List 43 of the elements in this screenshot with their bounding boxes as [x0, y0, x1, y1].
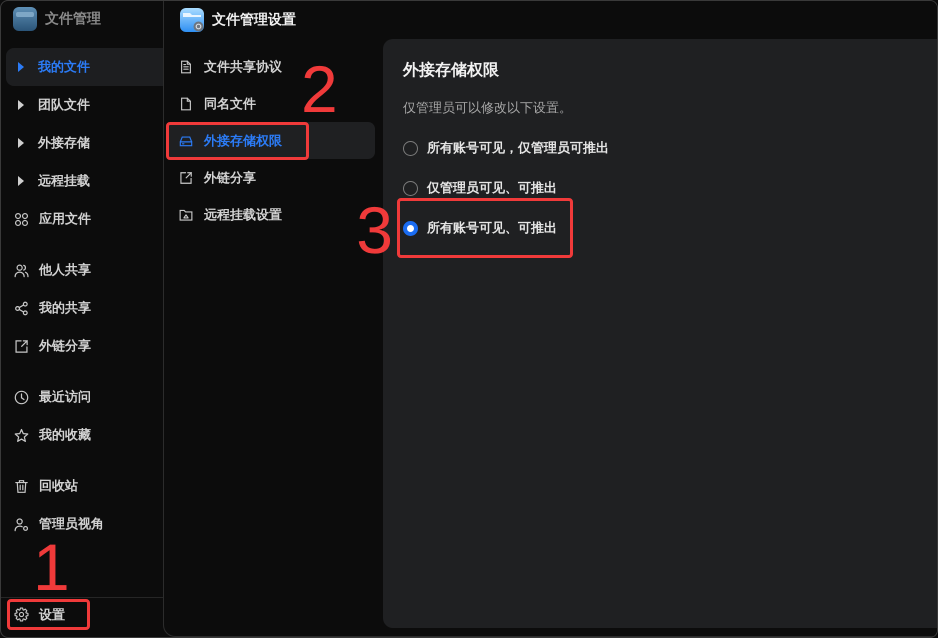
folder-icon — [179, 208, 193, 222]
radio-option[interactable]: 所有账号可见、可推出 — [403, 208, 557, 248]
annotation-number: 2 — [301, 64, 338, 114]
star-icon — [14, 428, 29, 442]
radio-option[interactable]: 仅管理员可见、可推出 — [403, 168, 557, 208]
settings-nav-item[interactable]: 外链分享 — [167, 159, 375, 196]
users-icon — [14, 262, 29, 278]
file-icon — [179, 96, 193, 110]
window-title: 文件管理设置 — [212, 11, 296, 29]
sidebar-item[interactable]: 我的文件 — [6, 48, 163, 86]
sidebar-item[interactable]: 应用文件 — [6, 200, 163, 238]
radio-option[interactable]: 所有账号可见，仅管理员可推出 — [403, 128, 609, 168]
sidebar-item[interactable]: 我的共享 — [6, 289, 163, 327]
clock-icon — [14, 390, 29, 404]
folder-gear-icon — [180, 8, 204, 32]
export-icon — [14, 338, 29, 354]
settings-link[interactable]: 设置 — [7, 599, 90, 630]
annotation-number: 1 — [33, 542, 70, 592]
trash-icon — [14, 478, 29, 494]
radio-button[interactable] — [403, 180, 418, 196]
sidebar-item[interactable]: 管理员视角 — [6, 505, 163, 543]
drive-icon — [179, 134, 193, 148]
annotation-number: 3 — [356, 205, 393, 255]
sidebar-item[interactable]: 团队文件 — [6, 86, 163, 124]
app-title: 文件管理 — [45, 10, 101, 28]
sidebar-item[interactable]: 最近访问 — [6, 378, 163, 416]
settings-icon — [14, 607, 29, 622]
document-icon — [179, 60, 193, 74]
share-icon — [14, 300, 29, 316]
sidebar-item[interactable]: 远程挂载 — [6, 162, 163, 200]
radio-button[interactable] — [403, 140, 418, 156]
app-icon — [13, 7, 37, 31]
sidebar-item[interactable]: 我的收藏 — [6, 416, 163, 454]
panel-heading: 外接存储权限 — [403, 60, 500, 81]
sidebar-item[interactable]: 回收站 — [6, 467, 163, 505]
panel-note: 仅管理员可以修改以下设置。 — [403, 99, 573, 117]
radio-button[interactable] — [403, 220, 418, 236]
export-icon — [179, 170, 193, 184]
sidebar-item[interactable]: 他人共享 — [6, 251, 163, 289]
sidebar-item[interactable]: 外链分享 — [6, 327, 163, 365]
sidebar-item[interactable]: 外接存储 — [6, 124, 163, 162]
user-badge-icon — [14, 516, 29, 532]
grid-icon — [14, 212, 29, 226]
